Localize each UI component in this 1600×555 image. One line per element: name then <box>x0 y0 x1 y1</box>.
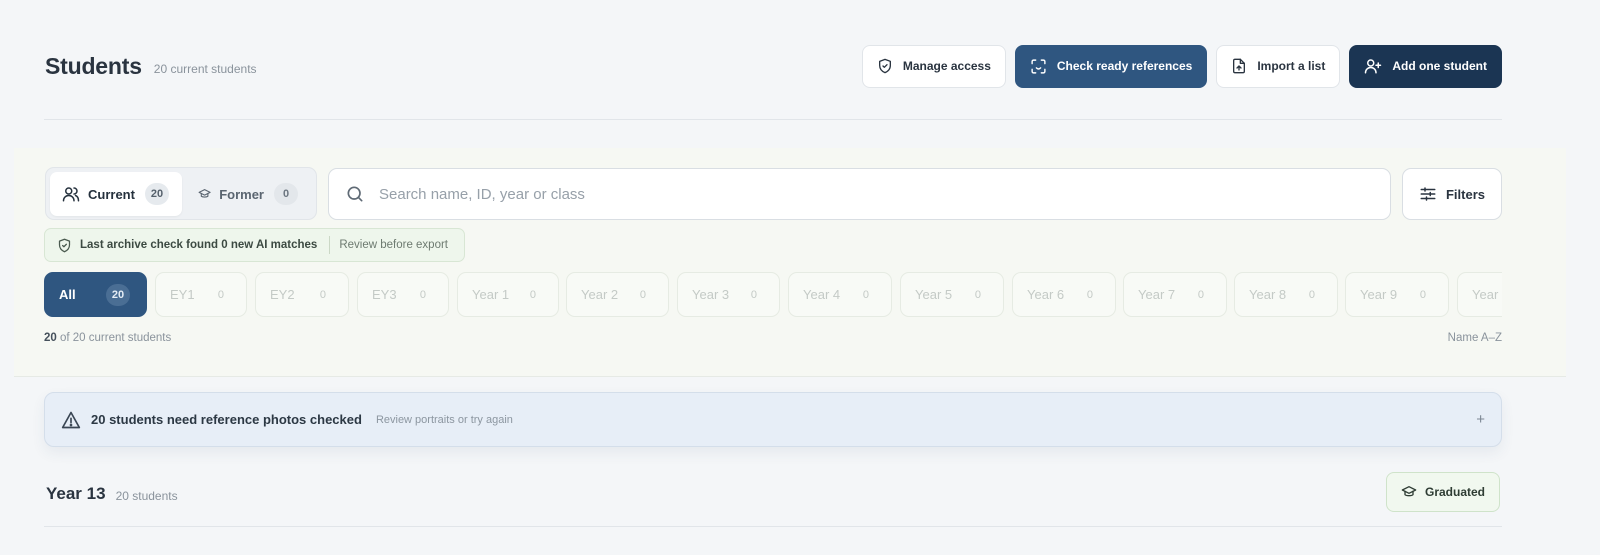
chip-label: Year 5 <box>915 287 953 302</box>
chip-label: All <box>59 287 76 302</box>
chip-year-9[interactable]: Year 9 0 <box>1345 272 1449 317</box>
check-references-label: Check ready references <box>1056 59 1193 73</box>
group-divider <box>44 526 1502 527</box>
chip-ey3[interactable]: EY3 0 <box>357 272 449 317</box>
graduation-cap-icon <box>1401 486 1417 497</box>
chip-label: Year 7 <box>1138 287 1176 302</box>
archive-check-message: Last archive check found 0 new AI matche… <box>80 239 318 251</box>
results-shown: 20 <box>44 332 57 344</box>
chip-label: Year 4 <box>803 287 841 302</box>
chip-count: 0 <box>862 288 869 301</box>
manage-access-button[interactable]: Manage access <box>861 44 1006 88</box>
filters-label: Filters <box>1445 186 1485 202</box>
review-before-export-link[interactable]: Review before export <box>339 239 448 251</box>
chip-count: 0 <box>529 288 536 301</box>
group-title: Year 13 <box>46 484 106 503</box>
chip-count: 0 <box>639 288 646 301</box>
chip-count: 0 <box>1086 288 1093 301</box>
import-list-label: Import a list <box>1257 59 1326 73</box>
alert-hint: Review portraits or try again <box>375 413 513 426</box>
manage-access-label: Manage access <box>902 59 991 73</box>
year-group-header: Year 13 20 students Graduated <box>46 472 1502 514</box>
add-student-label: Add one student <box>1392 59 1487 73</box>
status-segmented-control: Current 20 Former 0 <box>45 167 317 220</box>
chip-all[interactable]: All 20 <box>44 272 147 317</box>
alert-title: 20 students need reference photos checke… <box>91 412 362 427</box>
results-total: of 20 current students <box>56 332 172 344</box>
chip-year-8[interactable]: Year 8 0 <box>1234 272 1338 317</box>
chip-label: Year 9 <box>1360 287 1398 302</box>
year-filter-chips: All 20 EY1 0 EY2 0 EY3 0 Year 1 0 Year 2… <box>44 272 1502 318</box>
chip-year-5[interactable]: Year 5 0 <box>900 272 1004 317</box>
graduated-label: Graduated <box>1424 485 1485 499</box>
header-actions: Manage access Check ready references Imp… <box>861 44 1502 88</box>
user-plus-icon <box>1365 59 1382 74</box>
chip-year-1[interactable]: Year 1 0 <box>457 272 559 317</box>
archive-check-banner: Last archive check found 0 new AI matche… <box>44 228 465 262</box>
file-upload-icon <box>1233 58 1246 74</box>
chip-count: 0 <box>750 288 757 301</box>
expand-alert-button[interactable]: + <box>1476 411 1485 428</box>
chip-label: Year 2 <box>581 287 619 302</box>
chip-label: EY1 <box>170 287 195 302</box>
sort-dropdown[interactable]: Name A–Z <box>1448 332 1502 344</box>
chip-year-10[interactable]: Year <box>1457 272 1502 317</box>
chip-year-4[interactable]: Year 4 0 <box>788 272 892 317</box>
chip-year-6[interactable]: Year 6 0 <box>1012 272 1116 317</box>
filters-button[interactable]: Filters <box>1402 168 1502 220</box>
chip-count: 0 <box>1419 288 1426 301</box>
archive-divider <box>329 236 331 254</box>
chip-label: EY3 <box>372 287 397 302</box>
page-header: Students 20 current students Manage acce… <box>45 42 1502 90</box>
tab-former[interactable]: Former 0 <box>186 172 310 216</box>
chip-ey1[interactable]: EY1 0 <box>155 272 247 317</box>
chip-count: 0 <box>419 288 426 301</box>
sliders-icon <box>1420 187 1436 201</box>
tab-current[interactable]: Current 20 <box>50 172 182 216</box>
page-title: Students <box>45 52 142 79</box>
chip-label: Year 3 <box>692 287 730 302</box>
tab-former-label: Former <box>219 186 264 202</box>
header-divider <box>44 119 1502 120</box>
student-count-subtitle: 20 current students <box>153 62 257 76</box>
group-count: 20 students <box>115 488 178 503</box>
tab-current-count: 20 <box>144 183 169 205</box>
chip-count: 0 <box>974 288 981 301</box>
graduation-cap-icon <box>198 189 211 198</box>
import-list-button[interactable]: Import a list <box>1216 44 1341 88</box>
users-icon <box>62 187 80 202</box>
chip-count: 0 <box>1308 288 1315 301</box>
tab-current-label: Current <box>88 186 135 202</box>
chip-label: Year 8 <box>1249 287 1287 302</box>
chip-year-3[interactable]: Year 3 0 <box>677 272 780 317</box>
face-scan-icon <box>1031 58 1046 74</box>
shield-check-icon <box>878 58 891 74</box>
search-icon <box>347 186 363 202</box>
chip-label: Year 1 <box>472 287 510 302</box>
shield-check-icon <box>58 238 71 252</box>
reference-photos-alert: 20 students need reference photos checke… <box>44 392 1502 447</box>
chip-year-7[interactable]: Year 7 0 <box>1123 272 1227 317</box>
chip-count: 20 <box>106 283 130 306</box>
chip-label: Year 6 <box>1027 287 1065 302</box>
chip-count: 0 <box>1197 288 1204 301</box>
chip-label: EY2 <box>270 287 295 302</box>
chip-ey2[interactable]: EY2 0 <box>255 272 349 317</box>
search-box <box>328 168 1391 220</box>
warning-icon <box>61 411 81 428</box>
check-references-button[interactable]: Check ready references <box>1014 44 1208 88</box>
chip-count: 0 <box>217 288 224 301</box>
chip-count: 0 <box>319 288 326 301</box>
chip-label: Year <box>1472 287 1499 302</box>
add-student-button[interactable]: Add one student <box>1349 44 1502 88</box>
tab-former-count: 0 <box>274 183 298 205</box>
graduated-button[interactable]: Graduated <box>1386 472 1500 512</box>
chip-year-2[interactable]: Year 2 0 <box>566 272 669 317</box>
search-input[interactable] <box>377 184 1281 204</box>
results-count: 20 of 20 current students <box>44 332 171 344</box>
